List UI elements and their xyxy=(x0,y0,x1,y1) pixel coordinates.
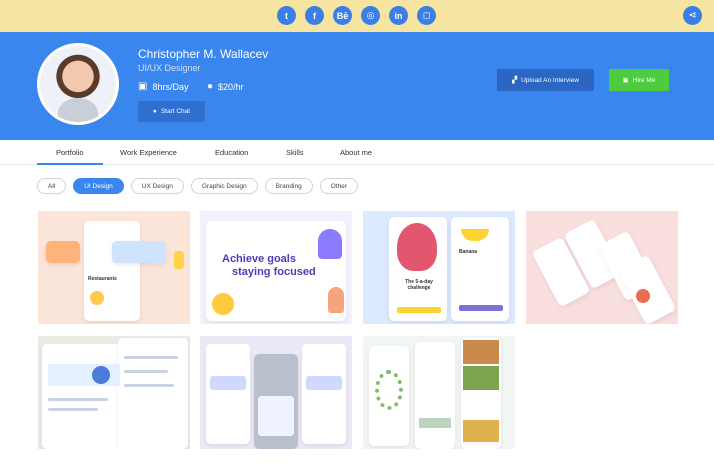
chart-widget xyxy=(258,396,294,436)
promo-card xyxy=(46,241,80,263)
tab-about-me[interactable]: About me xyxy=(340,148,372,157)
illustration xyxy=(174,251,184,269)
profile-role: UI/UX Designer xyxy=(138,63,201,73)
thumb-headline: staying focused xyxy=(232,266,316,278)
thumb-headline: Achieve goals xyxy=(222,253,296,265)
chat-icon: ● xyxy=(152,108,157,115)
portfolio-item-ecommerce[interactable] xyxy=(38,336,190,449)
produce-photo xyxy=(463,340,499,364)
avatar-photo xyxy=(40,46,116,122)
tab-education[interactable]: Education xyxy=(215,148,248,157)
profile-tabs: Portfolio Work Experience Education Skil… xyxy=(0,140,714,165)
filter-ux-design[interactable]: UX Design xyxy=(130,178,184,194)
person-illustration xyxy=(212,293,234,315)
briefcase-icon: ▣ xyxy=(622,77,629,84)
share-icon[interactable]: ⋖ xyxy=(683,6,702,25)
profile-name: Christopher M. Wallacev xyxy=(138,47,269,61)
dollar-icon: ● xyxy=(207,81,214,92)
illustration xyxy=(92,366,110,384)
upload-interview-button[interactable]: ▞ Upload An Interview xyxy=(497,69,594,91)
tab-work-experience[interactable]: Work Experience xyxy=(120,148,177,157)
category-filters: All UI Design UX Design Graphic Design B… xyxy=(37,178,358,194)
person-illustration xyxy=(328,287,344,313)
tab-portfolio[interactable]: Portfolio xyxy=(37,148,102,165)
text-line xyxy=(124,370,168,373)
hire-me-button[interactable]: ▣ Hire Me xyxy=(609,69,669,91)
linkedin-icon[interactable]: in xyxy=(389,6,408,25)
thumb-button xyxy=(397,307,441,313)
text-line xyxy=(48,398,108,401)
social-bar: t f Bē ◎ in ◻ ⋖ xyxy=(0,0,714,32)
upload-label: Upload An Interview xyxy=(521,76,579,84)
filter-branding[interactable]: Branding xyxy=(264,178,313,194)
filter-graphic-design[interactable]: Graphic Design xyxy=(190,178,258,194)
facebook-icon[interactable]: f xyxy=(305,6,324,25)
card-widget xyxy=(306,376,342,390)
behance-icon[interactable]: Bē xyxy=(333,6,352,25)
instagram-icon[interactable]: ◻ xyxy=(417,6,436,25)
thumb-label: The 5-a-day challenge xyxy=(405,279,433,291)
phone-mockup xyxy=(415,342,455,449)
portfolio-item-food-app[interactable]: Restaurants xyxy=(38,211,190,324)
social-links: t f Bē ◎ in ◻ xyxy=(277,6,436,25)
portfolio-item-goals[interactable]: Achieve goals staying focused xyxy=(200,211,352,324)
portfolio-item-grocery-app[interactable] xyxy=(363,336,515,449)
start-chat-button[interactable]: ● Start Chat xyxy=(138,101,205,122)
hours-value: 8hrs/Day xyxy=(152,81,189,92)
tab-skills[interactable]: Skills xyxy=(286,148,304,157)
portfolio-item-fruit-app[interactable]: The 5-a-day challenge Banana xyxy=(363,211,515,324)
produce-photo xyxy=(463,420,499,442)
phone-mockup xyxy=(84,221,140,321)
filter-ui-design[interactable]: UI Design xyxy=(73,178,124,194)
phone-mockup xyxy=(206,344,250,444)
rate-value: $20/hr xyxy=(218,81,244,92)
dish-image xyxy=(636,289,650,303)
avatar xyxy=(37,43,119,125)
rate-stat: ● $20/hr xyxy=(207,81,244,92)
text-line xyxy=(48,408,98,411)
dragonfruit-illustration xyxy=(397,223,437,271)
promo-card xyxy=(112,241,166,263)
website-mockup xyxy=(118,338,188,449)
produce-photo xyxy=(463,366,499,390)
twitter-icon[interactable]: t xyxy=(277,6,296,25)
fruit-label: Banana xyxy=(459,249,478,255)
produce-photo xyxy=(419,418,451,428)
filter-all[interactable]: All xyxy=(37,178,67,194)
upload-icon: ▞ xyxy=(512,77,518,84)
start-chat-label: Start Chat xyxy=(160,108,191,115)
website-mockup xyxy=(42,344,126,449)
thumb-button xyxy=(459,305,503,311)
filter-other[interactable]: Other xyxy=(319,178,358,194)
portfolio-item-banking-app[interactable] xyxy=(200,336,352,449)
text-line xyxy=(124,356,178,359)
dish-image xyxy=(90,291,104,305)
thumb-label: Restaurants xyxy=(88,276,117,282)
wreath-illustration xyxy=(375,370,403,410)
hire-label: Hire Me xyxy=(632,76,656,84)
phone-mockup xyxy=(302,344,346,444)
briefcase-icon: ▣ xyxy=(138,81,148,92)
portfolio-item-recipe-app[interactable] xyxy=(526,211,678,324)
text-line xyxy=(124,384,174,387)
dribbble-icon[interactable]: ◎ xyxy=(361,6,380,25)
person-illustration xyxy=(318,229,342,259)
card-widget xyxy=(210,376,246,390)
hours-stat: ▣ 8hrs/Day xyxy=(138,81,188,92)
